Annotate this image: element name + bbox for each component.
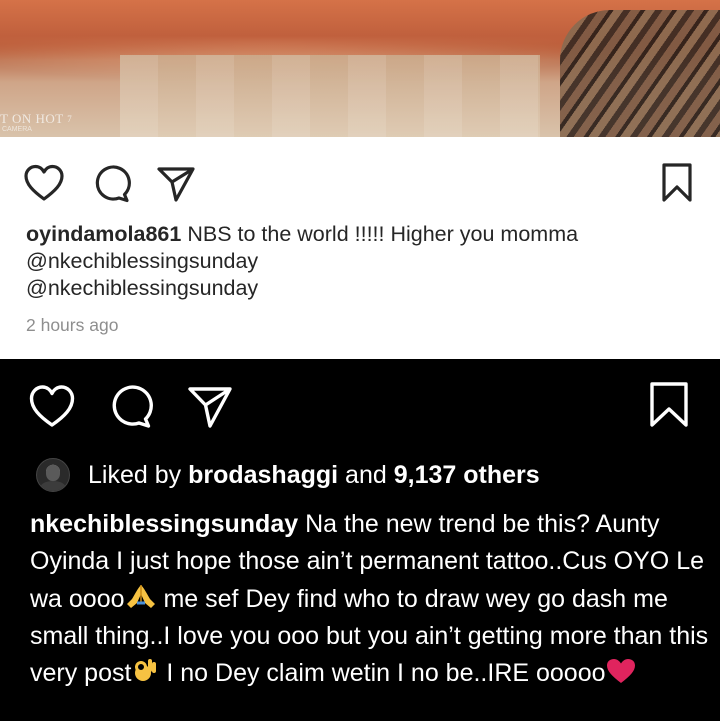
ok-hand-emoji [135,659,157,682]
bookmark-icon[interactable] [660,162,694,204]
watermark-text: T ON HOT [0,111,64,126]
caption-username[interactable]: nkechiblessingsunday [30,510,298,538]
post-white: oyindamola861 NBS to the world !!!!! Hig… [0,137,720,359]
caption-text: I no Dey claim wetin I no be..IRE ooooo [159,659,606,688]
caption-username[interactable]: oyindamola861 [26,222,181,246]
post-actions [0,159,720,207]
photo-tiles-area [120,55,540,137]
likes-summary[interactable]: Liked by brodashaggi and 9,137 others [36,455,540,495]
photo-watermark-sub: CAMERA [2,126,32,133]
caption-text: NBS to the world !!!!! Higher you momma [187,222,579,246]
post-black: Liked by brodashaggi and 9,137 others nk… [0,359,720,721]
avatar-face [46,465,60,481]
heart-icon[interactable] [28,383,76,429]
liked-count[interactable]: 9,137 others [394,461,540,490]
post-caption: oyindamola861 NBS to the world !!!!! Hig… [26,221,706,302]
comment-icon[interactable] [90,163,132,203]
post-timestamp: 2 hours ago [26,315,119,335]
heart-icon[interactable] [23,163,65,203]
post-actions [0,381,720,429]
bookmark-icon[interactable] [648,381,690,429]
caption-mention[interactable]: @nkechiblessingsunday [26,248,706,275]
liked-by-and: and [345,460,387,489]
caption-mention[interactable]: @nkechiblessingsunday [26,275,706,302]
post-photo[interactable]: T ON HOT 7 CAMERA [0,0,720,137]
avatar[interactable] [36,458,70,492]
watermark-badge: 7 [67,114,73,124]
photo-tattoo-area [560,10,720,137]
liked-by-user[interactable]: brodashaggi [188,461,338,490]
post-caption: nkechiblessingsunday Na the new trend be… [30,506,710,692]
share-icon[interactable] [186,383,234,429]
avatar-shoulders [40,481,66,491]
folded-hands-emoji [126,584,155,608]
red-heart-emoji [606,659,635,684]
photo-watermark: T ON HOT 7 [0,112,72,126]
comment-icon[interactable] [106,383,154,429]
share-icon[interactable] [155,163,197,203]
liked-by-prefix: Liked by [88,460,182,489]
